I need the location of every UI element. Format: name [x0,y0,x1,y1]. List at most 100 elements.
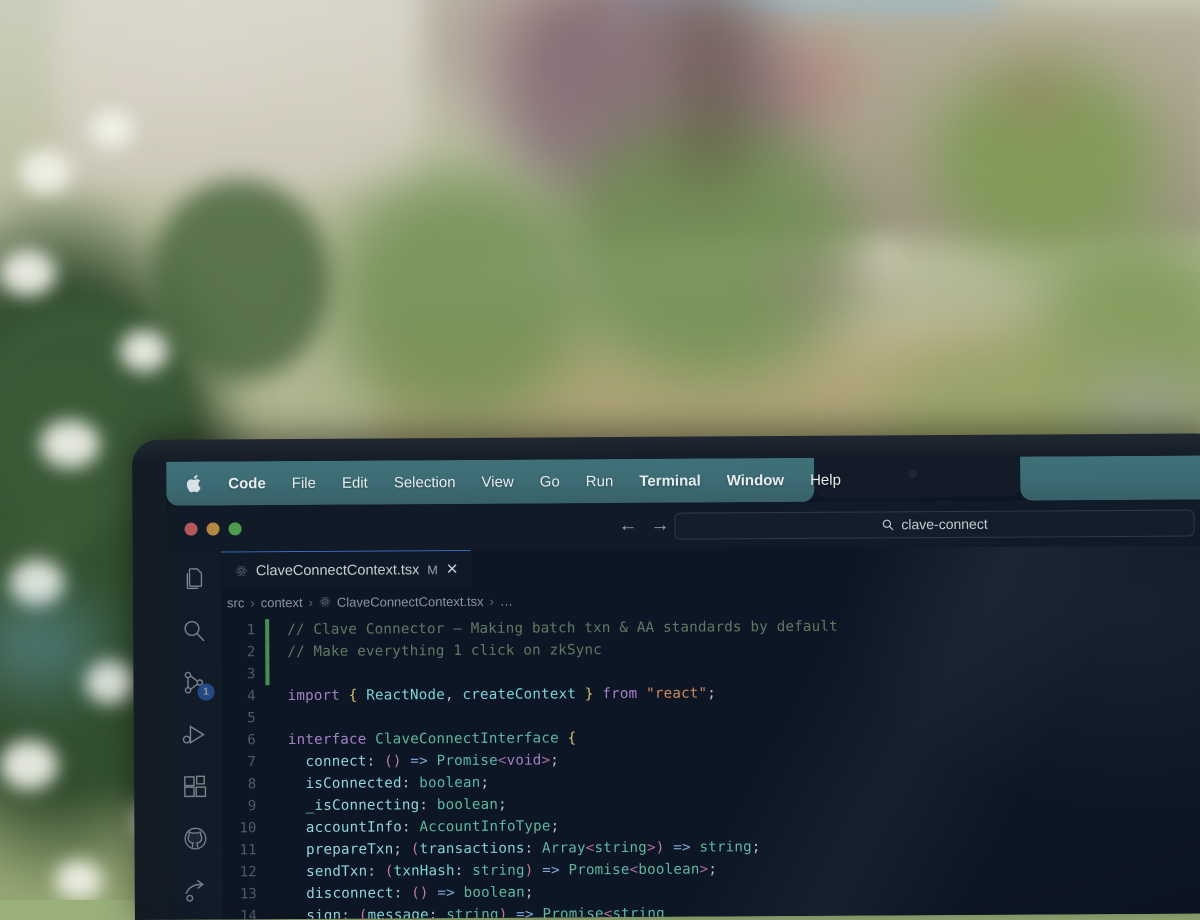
code-token: AccountInfoType [419,818,550,835]
code-token [507,907,516,920]
code-token: boolean [464,885,525,901]
code-text: prepareTxn; (transactions: Array<string>… [270,839,760,858]
tab-close-button[interactable]: ✕ [446,562,459,577]
code-token: : [402,819,420,835]
line-number: 8 [222,776,266,792]
back-arrow-icon[interactable]: ← [618,515,637,537]
code-token: Promise [542,906,603,919]
code-token: txnHash [394,863,455,879]
sidebar-item-search[interactable] [181,618,207,644]
gutter-spacer [266,707,270,729]
close-window-button[interactable] [185,522,198,535]
line-number: 1 [221,622,265,638]
activity-bar: 1 [167,551,223,919]
traffic-lights [167,522,242,535]
tree-trunk [690,0,730,180]
line-number: 11 [222,842,266,858]
command-center-search[interactable]: clave-connect [674,509,1194,539]
run-debug-icon [182,722,208,748]
code-token: accountInfo [288,819,402,836]
zoom-window-button[interactable] [229,522,242,535]
code-token: // Clave Connector – Making batch txn & … [287,619,838,638]
code-token: string [612,906,665,920]
code-token: => [516,907,534,920]
menu-item-run[interactable]: Run [573,472,627,489]
blossom [120,330,168,372]
code-token: ) [499,907,508,920]
menu-item-file[interactable]: File [279,474,329,491]
minimize-window-button[interactable] [207,522,220,535]
code-token: prepareTxn [288,841,393,858]
code-token: ; [551,818,560,834]
code-token [534,907,543,920]
sidebar-item-extensions[interactable] [182,774,208,800]
menu-item-terminal[interactable]: Terminal [626,472,714,490]
line-number: 9 [222,798,266,814]
code-token: > [647,840,656,856]
breadcrumb-context[interactable]: context [261,594,303,609]
menu-item-view[interactable]: View [468,473,526,490]
github-icon [182,826,208,852]
code-text: // Make everything 1 click on zkSync [269,642,602,660]
code-token [559,730,568,746]
forward-arrow-icon[interactable]: → [650,515,669,537]
code-token: from [602,686,637,702]
code-token: => [410,753,428,769]
code-token: ; [393,841,411,857]
code-token: Promise [437,753,498,769]
line-number: 14 [223,908,267,919]
breadcrumb-filename[interactable]: ClaveConnectContext.tsx [337,593,484,609]
line-number: 5 [222,710,266,726]
sidebar-item-github[interactable] [182,826,208,852]
line-number: 12 [223,864,267,880]
code-token [454,687,463,703]
files-icon [181,566,207,592]
code-token: : [525,841,543,857]
code-text: isConnected: boolean; [270,775,489,792]
menu-item-code[interactable]: Code [215,475,279,492]
code-token: ( [411,841,420,857]
code-token: : [429,907,447,919]
leaf-cluster-3 [150,180,330,380]
menu-item-go[interactable]: Go [527,473,573,490]
code-token: ) [525,863,534,879]
apple-logo-icon[interactable] [186,474,203,494]
sidebar-item-run-and-debug[interactable] [182,722,208,748]
laptop-screen: Code File Edit Selection View Go Run Ter… [166,455,1200,920]
blossom [20,150,72,194]
code-token: : [402,775,420,791]
editor-pane: ClaveConnectContext.tsx M ✕ src › contex… [221,545,1200,919]
code-token: ClaveConnectInterface [375,730,559,747]
code-token: ; [752,839,761,855]
code-token: ; [480,775,489,791]
breadcrumb-symbol-ellipsis[interactable]: … [500,593,513,608]
code-editor[interactable]: 1 // Clave Connector – Making batch txn &… [221,609,1200,919]
editor-tab-bar: ClaveConnectContext.tsx M ✕ [221,545,1200,589]
line-number: 7 [222,754,266,770]
macos-menubar: Code File Edit Selection View Go Run Ter… [166,455,1200,506]
blossom [0,250,56,296]
code-text: _isConnecting: boolean; [270,797,507,814]
sidebar-item-explorer[interactable] [181,566,207,592]
menu-item-edit[interactable]: Edit [329,474,381,491]
sidebar-item-source-control[interactable]: 1 [181,670,207,696]
line-number: 13 [223,886,267,902]
code-token: : [394,885,412,901]
tab-dirty-badge: M [427,563,438,577]
search-value: clave-connect [901,516,987,533]
code-text: accountInfo: AccountInfoType; [270,818,559,836]
tab-clave-connect-context[interactable]: ClaveConnectContext.tsx M ✕ [221,550,471,590]
code-token: createContext [462,686,576,703]
breadcrumb-src[interactable]: src [227,595,244,610]
breadcrumb-separator: › [309,594,313,609]
code-token: : [367,753,385,769]
menu-item-window[interactable]: Window [714,471,797,489]
code-token: ; [550,752,559,768]
code-token: ( [359,908,368,920]
code-token [594,686,603,702]
source-control-badge: 1 [197,684,214,701]
menu-item-help[interactable]: Help [797,471,854,488]
code-token: ; [525,885,534,901]
menu-item-selection[interactable]: Selection [381,473,469,491]
code-token: < [498,753,507,769]
